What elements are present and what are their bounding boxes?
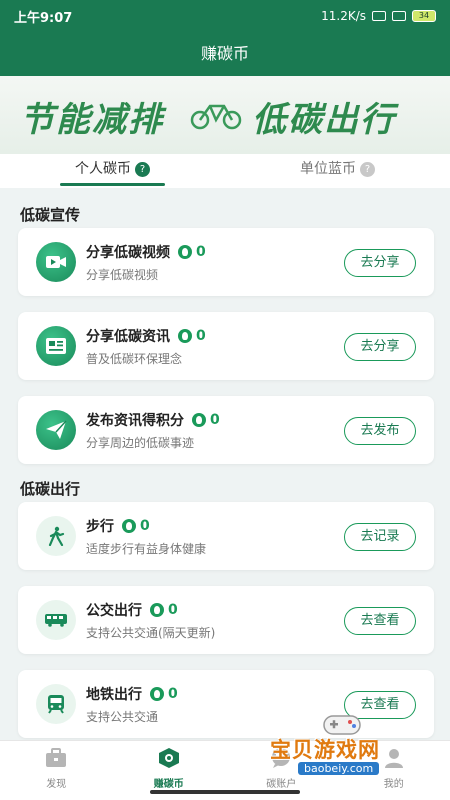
task-title: 公交出行 <box>86 603 142 619</box>
share-news-button[interactable]: 去分享 <box>344 333 416 361</box>
bicycle-icon <box>190 104 242 130</box>
walk-icon <box>36 516 76 556</box>
share-video-button[interactable]: 去分享 <box>344 249 416 277</box>
task-title: 分享低碳视频 <box>86 245 170 261</box>
record-walk-button[interactable]: 去记录 <box>344 523 416 551</box>
page-header: 赚碳币 <box>0 32 450 76</box>
briefcase-icon <box>46 748 67 767</box>
section-title-travel: 低碳出行 <box>20 480 81 498</box>
battery-icon: 34 <box>412 10 436 22</box>
video-icon <box>36 242 76 282</box>
wifi-icon <box>392 11 406 21</box>
status-icons: 11.2K/s 34 <box>321 9 436 23</box>
nav-label: 赚碳币 <box>153 779 184 790</box>
page-title: 赚碳币 <box>200 44 249 63</box>
task-description: 支持公共交通 <box>86 710 159 724</box>
task-title: 发布资讯得积分 <box>86 413 184 429</box>
task-description: 支持公共交通(隔天更新) <box>86 626 216 640</box>
carbon-coin-icon <box>122 519 136 533</box>
tab-unit-coins[interactable]: 单位蓝币? <box>225 154 450 188</box>
watermark-url: baobeiy.com <box>298 762 380 775</box>
task-description: 普及低碳环保理念 <box>86 352 183 366</box>
subway-icon <box>36 684 76 724</box>
status-bar: 上午9:07 11.2K/s 34 <box>0 0 450 32</box>
tab-indicator <box>60 183 165 186</box>
carbon-coin-icon <box>192 413 206 427</box>
help-icon[interactable]: ? <box>135 162 150 177</box>
task-description: 适度步行有益身体健康 <box>86 542 207 556</box>
nav-label: 发现 <box>46 779 67 790</box>
task-description: 分享低碳视频 <box>86 268 159 282</box>
view-bus-button[interactable]: 去查看 <box>344 607 416 635</box>
tab-personal-coins[interactable]: 个人碳币? <box>0 154 225 188</box>
signal-icon <box>372 11 386 21</box>
carbon-coin-icon <box>178 245 192 259</box>
carbon-coin-icon <box>150 687 164 701</box>
publish-button[interactable]: 去发布 <box>344 417 416 445</box>
gesture-bar[interactable] <box>150 790 300 794</box>
carbon-coin-icon <box>178 329 192 343</box>
task-points: 0 <box>168 602 178 618</box>
hexagon-icon <box>158 748 179 768</box>
task-points: 0 <box>196 244 206 260</box>
banner-slogan-right: 低碳出行 <box>252 100 396 140</box>
network-speed: 11.2K/s <box>321 9 366 23</box>
task-title: 分享低碳资讯 <box>86 329 170 345</box>
task-points: 0 <box>168 686 178 702</box>
nav-discover[interactable]: 发现 <box>0 741 113 800</box>
banner-slogan-left: 节能减排 <box>20 100 164 140</box>
task-card-bus: 公交出行 0 支持公共交通(隔天更新) 去查看 <box>18 586 434 654</box>
carbon-coin-icon <box>150 603 164 617</box>
news-icon <box>36 326 76 366</box>
task-points: 0 <box>140 518 150 534</box>
task-points: 0 <box>210 412 220 428</box>
task-card-share-news: 分享低碳资讯 0 普及低碳环保理念 去分享 <box>18 312 434 380</box>
task-card-walk: 步行 0 适度步行有益身体健康 去记录 <box>18 502 434 570</box>
task-card-share-video: 分享低碳视频 0 分享低碳视频 去分享 <box>18 228 434 296</box>
tab-bar: 个人碳币? 单位蓝币? <box>0 154 450 188</box>
task-title: 步行 <box>86 519 114 535</box>
bus-icon <box>36 600 76 640</box>
help-icon[interactable]: ? <box>360 162 375 177</box>
status-time: 上午9:07 <box>14 10 73 26</box>
task-title: 地铁出行 <box>86 687 142 703</box>
task-points: 0 <box>196 328 206 344</box>
task-card-publish-news: 发布资讯得积分 0 分享周边的低碳事迹 去发布 <box>18 396 434 464</box>
site-watermark: 宝贝游戏网 baobeiy.com <box>268 710 428 780</box>
tab-label: 个人碳币 <box>75 161 131 177</box>
task-description: 分享周边的低碳事迹 <box>86 436 195 450</box>
watermark-title: 宝贝游戏网 <box>270 738 380 762</box>
banner: 节能减排 低碳出行 <box>0 76 450 154</box>
section-title-promo: 低碳宣传 <box>20 206 81 224</box>
tab-label: 单位蓝币 <box>300 161 356 177</box>
send-icon <box>36 410 76 450</box>
